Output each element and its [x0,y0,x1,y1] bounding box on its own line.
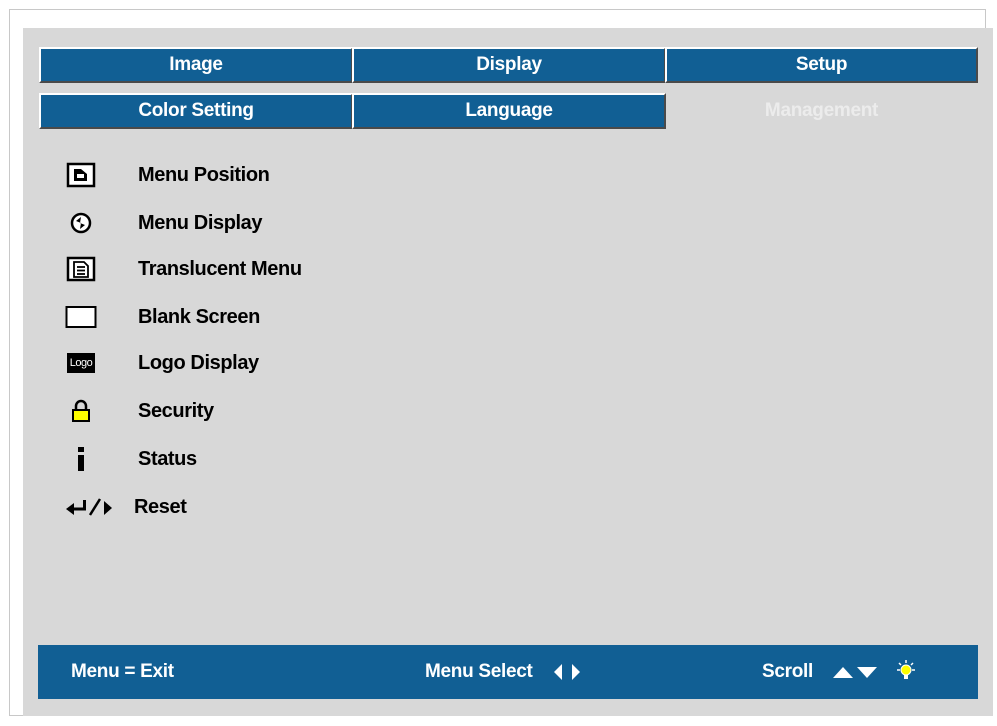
up-down-arrows-icon [831,664,879,680]
lightbulb-icon [895,660,917,684]
logo-icon-text: Logo [66,353,96,373]
bottom-help-bar: Menu = Exit Menu Select Scroll [38,645,978,699]
menu-display-icon [64,208,98,238]
menu-item-label: Status [138,447,197,470]
blank-screen-icon [64,302,98,332]
menu-item-label: Reset [134,495,187,518]
menu-select-hint: Menu Select [425,645,583,699]
left-right-arrows-icon [551,663,583,681]
menu-select-label: Menu Select [425,661,533,682]
menu-item-label: Translucent Menu [138,257,302,280]
tab-display[interactable]: Display [352,47,666,83]
enter-right-icon [64,492,118,522]
menu-item-security[interactable]: Security [64,394,214,428]
menu-item-label: Blank Screen [138,305,260,328]
scroll-hint: Scroll [762,645,917,699]
menu-exit-hint: Menu = Exit [71,645,174,699]
tab-language-label: Language [465,100,553,121]
tab-image-label: Image [169,54,223,75]
menu-item-reset[interactable]: Reset [64,490,187,524]
menu-item-translucent-menu[interactable]: Translucent Menu [64,252,302,286]
menu-item-menu-position[interactable]: Menu Position [64,158,270,192]
menu-item-label: Menu Display [138,211,263,234]
tab-setup[interactable]: Setup [665,47,978,83]
lock-icon [64,396,98,426]
osd-menu-panel: Image Display Setup Color Setting Langua… [23,28,993,716]
tab-management-label: Management [764,100,879,121]
translucent-menu-icon [64,254,98,284]
menu-exit-label: Menu = Exit [71,661,174,682]
tab-color-setting[interactable]: Color Setting [39,93,353,129]
tab-image[interactable]: Image [39,47,353,83]
tab-management[interactable]: Management [665,93,978,129]
logo-icon: Logo [64,348,98,378]
scroll-label: Scroll [762,661,813,682]
menu-item-menu-display[interactable]: Menu Display [64,206,263,240]
info-icon [64,444,98,474]
menu-item-status[interactable]: Status [64,442,197,476]
tab-color-setting-label: Color Setting [138,100,254,121]
menu-item-label: Security [138,399,214,422]
menu-item-label: Logo Display [138,351,259,374]
menu-item-blank-screen[interactable]: Blank Screen [64,300,260,334]
tab-display-label: Display [476,54,542,75]
menu-position-icon [64,160,98,190]
tab-language[interactable]: Language [352,93,666,129]
menu-item-label: Menu Position [138,163,270,186]
menu-item-logo-display[interactable]: Logo Logo Display [64,346,259,380]
tab-setup-label: Setup [795,54,848,75]
